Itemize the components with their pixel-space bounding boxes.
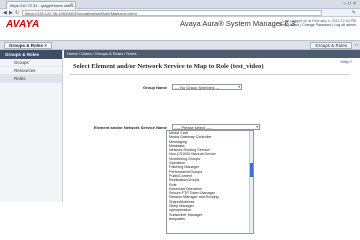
- app-header: AVAYA Avaya Aura® System Manager 6.3 Las…: [0, 17, 360, 40]
- main-content: Home / Users / Groups & Roles / Roles He…: [64, 50, 360, 234]
- help-link[interactable]: Help ?: [340, 59, 352, 64]
- window-controls-icon[interactable]: –□×: [343, 1, 358, 7]
- nav-bar: Groups & Roles × Groups & Roles ⌂: [0, 40, 360, 50]
- dropdown-options: Media Card Media Gateway Controller Messag…: [167, 131, 253, 221]
- element-dropdown-list[interactable]: Media Card Media Gateway Controller Messag…: [166, 130, 254, 234]
- groups-roles-tab[interactable]: Groups & Roles ×: [4, 42, 52, 49]
- sidebar-item-resources[interactable]: Resources: [0, 67, 62, 75]
- back-icon[interactable]: ◀: [3, 9, 7, 17]
- sidebar-item-groups[interactable]: Groups: [0, 59, 62, 67]
- header-user-info: Last Logged on at February 4, 2013 12:43…: [280, 19, 356, 28]
- group-name-value: --- No Group Selected ---: [175, 85, 220, 90]
- group-name-label: Group Name: [142, 85, 167, 90]
- sidebar-item-roles[interactable]: Roles: [0, 75, 62, 83]
- reload-icon[interactable]: ↻: [15, 9, 19, 17]
- browser-tab-title: https://10.72.31.../page/Home.xhtml: [10, 3, 74, 8]
- scrollbar-thumb[interactable]: [250, 163, 253, 177]
- forward-icon[interactable]: ▶: [9, 9, 13, 17]
- app-title: Avaya Aura® System Manager 6.3: [180, 19, 296, 28]
- chevron-down-icon: ▾: [238, 85, 240, 89]
- address-bar[interactable]: https://135.122.35.195/SMGR/portal/views…: [22, 10, 322, 16]
- breadcrumb: Home / Users / Groups & Roles / Roles: [64, 50, 360, 58]
- browser-tab[interactable]: https://10.72.31.../page/Home.xhtml ×: [6, 1, 76, 9]
- close-icon[interactable]: ×: [70, 2, 73, 9]
- avaya-logo: AVAYA: [6, 19, 40, 30]
- chevron-down-icon: ▾: [256, 125, 258, 129]
- element-name-label: Element and/or Network Service Name: [93, 125, 167, 130]
- group-name-select[interactable]: --- No Group Selected --- ▾: [172, 84, 242, 90]
- sidebar-heading[interactable]: Groups & Roles: [0, 50, 62, 59]
- header-links[interactable]: Help | About | Change Password | Log off…: [280, 23, 356, 27]
- page-title: Select Element and/or Network Service to…: [73, 63, 264, 70]
- sidebar: Groups & Roles Groups Resources Roles: [0, 50, 63, 202]
- home-icon[interactable]: ⌂: [355, 42, 358, 48]
- browser-toolbar: ◀ ▶ ↻ https://135.122.35.195/SMGR/portal…: [0, 9, 360, 17]
- wrench-icon[interactable]: ✎: [352, 9, 356, 17]
- groups-roles-menu-button[interactable]: Groups & Roles: [310, 42, 352, 49]
- browser-tabstrip: https://10.72.31.../page/Home.xhtml × –□…: [0, 0, 360, 9]
- dropdown-scrollbar[interactable]: [249, 131, 253, 233]
- dropdown-option[interactable]: templates: [167, 217, 253, 221]
